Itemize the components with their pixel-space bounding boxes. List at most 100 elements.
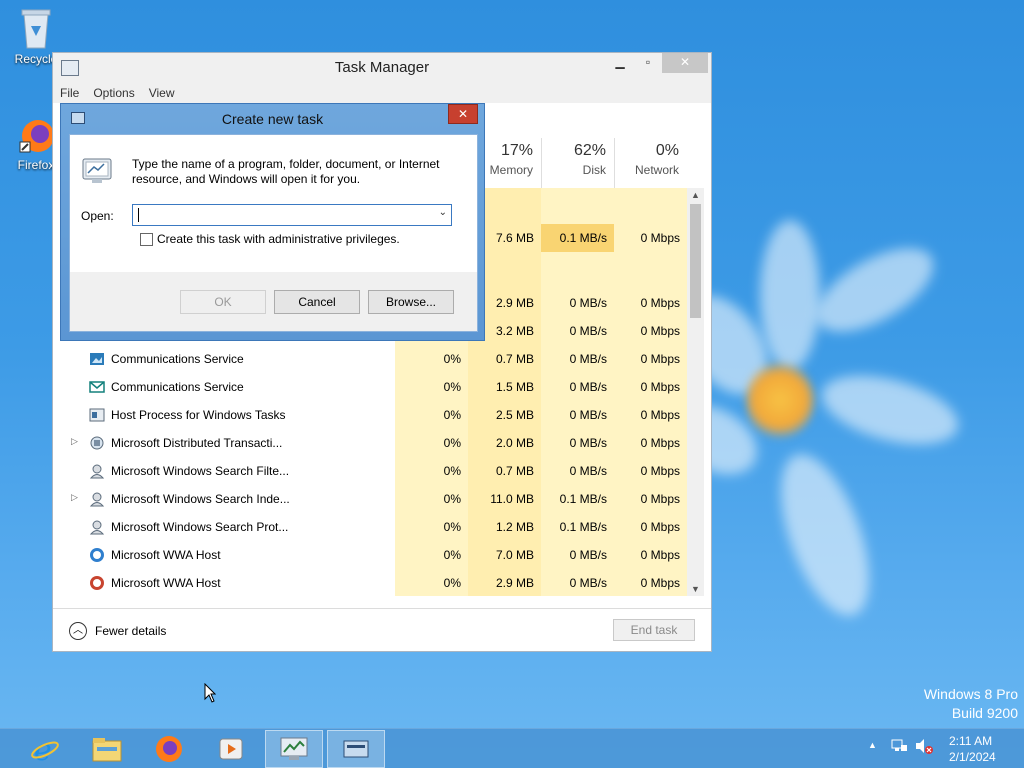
expand-chevron-icon[interactable]: ▷ — [71, 436, 78, 447]
disk-cell: 0 MB/s — [569, 576, 607, 590]
cancel-button[interactable]: Cancel — [274, 290, 360, 314]
memory-cell: 2.9 MB — [495, 576, 534, 590]
network-cell: 0 Mbps — [640, 492, 680, 506]
table-row[interactable]: Microsoft Windows Search Filte... 0% 0.7… — [53, 457, 689, 485]
dialog-message: Type the name of a program, folder, docu… — [132, 157, 440, 186]
admin-privileges-checkbox[interactable]: Create this task with administrative pri… — [140, 232, 400, 246]
process-name: Microsoft Windows Search Filte... — [111, 464, 290, 478]
table-row[interactable]: Microsoft WWA Host 0% 7.0 MB 0 MB/s 0 Mb… — [53, 541, 689, 569]
table-row[interactable]: Communications Service 0% 1.5 MB 0 MB/s … — [53, 373, 689, 401]
disk-cell: 0 MB/s — [569, 436, 607, 450]
network-cell: 0 Mbps — [640, 324, 680, 338]
cpu-cell: 0% — [443, 520, 461, 534]
network-cell: 0 Mbps — [640, 296, 680, 310]
scroll-down-icon[interactable]: ▼ — [687, 584, 704, 594]
memory-cell: 2.0 MB — [495, 436, 534, 450]
ok-button[interactable]: OK — [180, 290, 266, 314]
admin-privileges-label: Create this task with administrative pri… — [157, 232, 400, 246]
network-cell: 0 Mbps — [640, 520, 680, 534]
taskbar-internet-explorer[interactable]: e — [16, 730, 74, 768]
disk-cell: 0.1 MB/s — [559, 520, 607, 534]
checkbox-box[interactable] — [140, 232, 153, 246]
internet-explorer-icon: e — [31, 734, 59, 764]
dialog-title: Create new task — [221, 111, 324, 127]
show-hidden-icons-chevron-icon[interactable]: ▲ — [868, 740, 877, 750]
taskbar-clock[interactable]: 2:11 AM 2/1/2024 — [949, 733, 996, 765]
minimize-button[interactable]: ▁ — [606, 53, 634, 73]
wwa-host-icon — [89, 575, 105, 591]
network-label: Network — [634, 163, 679, 177]
cpu-cell: 0% — [443, 464, 461, 478]
search-service-icon — [89, 519, 105, 535]
cpu-cell: 0% — [443, 408, 461, 422]
volume-muted-icon[interactable] — [914, 737, 934, 758]
taskbar-run-dialog[interactable] — [327, 730, 385, 768]
folder-icon — [92, 738, 122, 762]
memory-cell: 2.5 MB — [495, 408, 534, 422]
table-row[interactable]: Microsoft WWA Host 0% 2.9 MB 0 MB/s 0 Mb… — [53, 569, 689, 597]
menu-file[interactable]: File — [53, 83, 86, 103]
table-row[interactable]: ▷ Microsoft Windows Search Inde... 0% 11… — [53, 485, 689, 513]
create-new-task-dialog: Create new task ✕ Type the name of a pro… — [60, 103, 485, 341]
expand-chevron-icon[interactable]: ▷ — [71, 492, 78, 503]
memory-cell: 0.7 MB — [495, 352, 534, 366]
search-service-icon — [89, 491, 105, 507]
close-button[interactable]: ✕ — [662, 53, 708, 73]
open-combobox[interactable]: ⌄ — [132, 204, 452, 226]
table-row[interactable]: Microsoft Windows Search Prot... 0% 1.2 … — [53, 513, 689, 541]
disk-column-header[interactable]: 62% Disk — [541, 138, 614, 188]
taskbar-media-player[interactable] — [202, 730, 260, 768]
network-status-icon[interactable] — [890, 737, 908, 758]
disk-cell: 0.1 MB/s — [559, 231, 607, 245]
menu-view[interactable]: View — [142, 83, 182, 103]
memory-cell: 7.0 MB — [495, 548, 534, 562]
mouse-cursor-icon — [204, 682, 217, 706]
taskbar-task-manager[interactable] — [265, 730, 323, 768]
process-name: Microsoft Windows Search Inde... — [111, 492, 290, 506]
network-cell: 0 Mbps — [640, 231, 680, 245]
network-percent: 0% — [655, 142, 679, 159]
end-task-button[interactable]: End task — [613, 619, 695, 641]
browse-button[interactable]: Browse... — [368, 290, 454, 314]
process-name: Microsoft WWA Host — [111, 576, 221, 590]
dialog-titlebar[interactable]: Create new task ✕ — [61, 104, 484, 134]
cpu-cell: 0% — [443, 576, 461, 590]
vertical-scrollbar[interactable]: ▲ ▼ — [687, 188, 704, 596]
process-name: Microsoft Windows Search Prot... — [111, 520, 289, 534]
dialog-body: Type the name of a program, folder, docu… — [69, 134, 478, 332]
firefox-icon — [16, 112, 56, 156]
distributed-transaction-icon — [89, 435, 105, 451]
disk-percent: 62% — [573, 142, 606, 159]
taskbar-file-explorer[interactable] — [78, 730, 136, 768]
cpu-cell: 0% — [443, 436, 461, 450]
table-row[interactable]: ▷ Microsoft Distributed Transacti... 0% … — [53, 429, 689, 457]
disk-label: Disk — [582, 163, 606, 177]
windows-watermark: Windows 8 Pro Build 9200 — [924, 685, 1018, 723]
scrollbar-thumb[interactable] — [690, 204, 701, 318]
watermark-build: Build 9200 — [951, 705, 1018, 721]
network-column-header[interactable]: 0% Network — [614, 138, 687, 188]
menu-options[interactable]: Options — [86, 83, 141, 103]
communications-service-icon — [89, 351, 105, 367]
memory-cell: 0.7 MB — [495, 464, 534, 478]
cpu-cell: 0% — [443, 352, 461, 366]
process-name: Host Process for Windows Tasks — [111, 408, 286, 422]
media-player-icon — [219, 738, 243, 760]
fewer-details-button[interactable]: ︿ Fewer details — [69, 622, 166, 640]
memory-cell: 11.0 MB — [490, 492, 534, 506]
scroll-up-icon[interactable]: ▲ — [687, 190, 704, 200]
network-cell: 0 Mbps — [640, 380, 680, 394]
maximize-button[interactable]: ▫ — [634, 53, 662, 73]
text-caret — [138, 208, 139, 222]
chevron-down-icon[interactable]: ⌄ — [439, 207, 447, 218]
table-row[interactable]: Host Process for Windows Tasks 0% 2.5 MB… — [53, 401, 689, 429]
run-program-icon — [80, 155, 114, 185]
dialog-close-button[interactable]: ✕ — [448, 104, 478, 124]
taskbar-firefox[interactable] — [140, 730, 198, 768]
task-manager-titlebar[interactable]: Task Manager ▁ ▫ ✕ — [53, 53, 711, 83]
disk-cell: 0 MB/s — [569, 352, 607, 366]
table-row[interactable]: Communications Service 0% 0.7 MB 0 MB/s … — [53, 345, 689, 373]
dialog-button-bar: OK Cancel Browse... — [70, 272, 477, 331]
process-name: Communications Service — [111, 352, 244, 366]
disk-cell: 0 MB/s — [569, 296, 607, 310]
